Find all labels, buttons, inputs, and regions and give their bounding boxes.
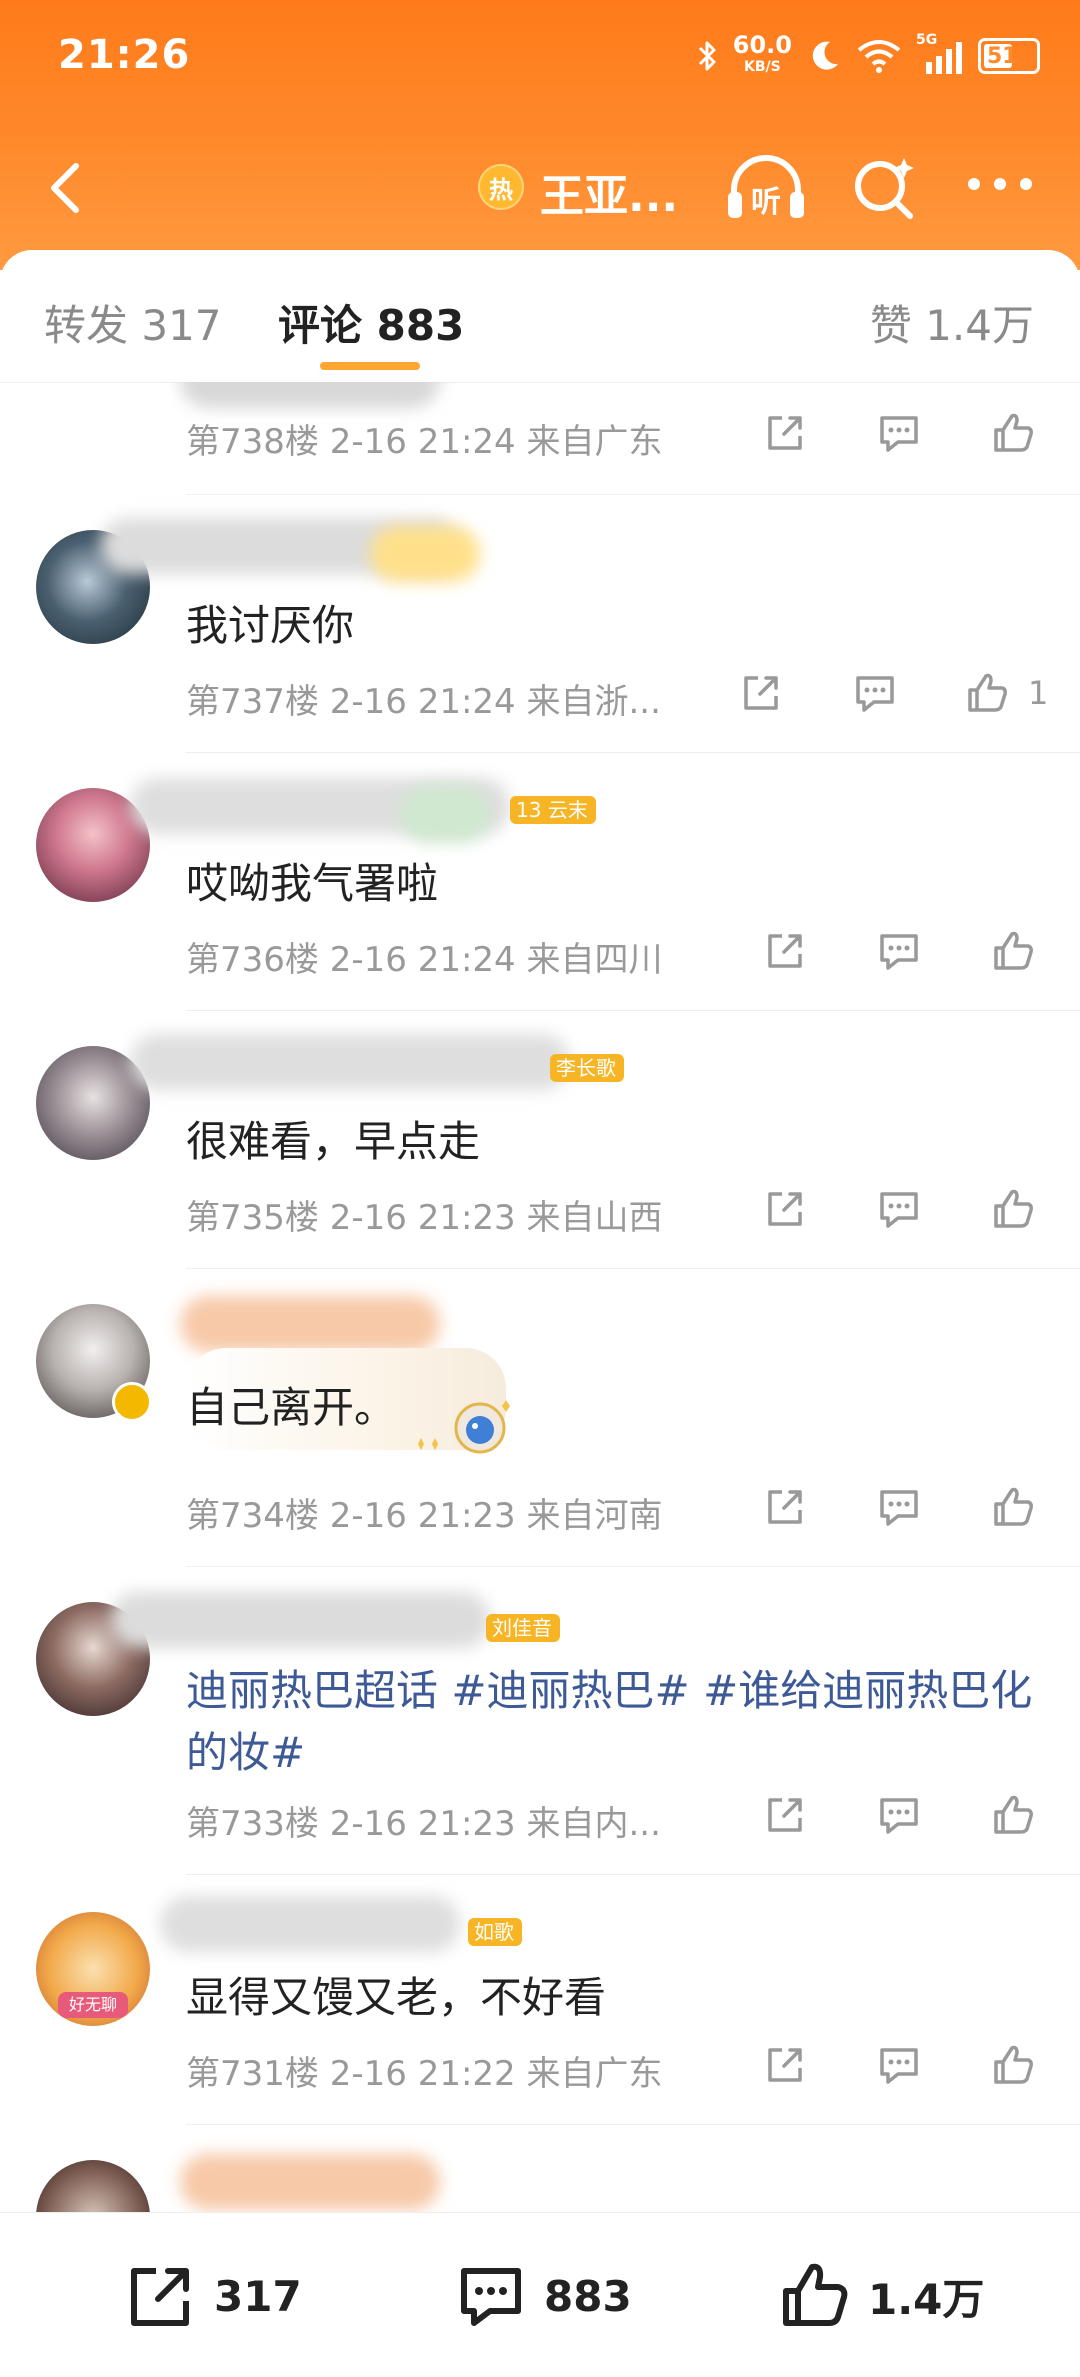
search-icon[interactable]: [850, 154, 920, 224]
tab-bar: 转发 317 评论 883 赞 1.4万: [0, 250, 1080, 383]
more-icon[interactable]: [960, 164, 1040, 204]
username-blurred[interactable]: [110, 1592, 490, 1648]
comment-meta-734: 第734楼 2-16 21:23 来自河南: [186, 1478, 1046, 1538]
reply-icon[interactable]: [874, 1790, 924, 1840]
reply-icon[interactable]: [874, 1482, 924, 1532]
comment-meta-text: 第734楼 2-16 21:23 来自河南: [186, 1496, 663, 1536]
share-icon[interactable]: [760, 1184, 810, 1234]
tab-comments[interactable]: 评论 883: [278, 292, 464, 353]
net-speed: 60.0 KB/S: [732, 31, 792, 75]
verified-badge-icon: [112, 1382, 152, 1422]
comment-meta-738: 第738楼 2-16 21:24 来自广东: [186, 404, 1046, 464]
username-blurred[interactable]: [130, 1034, 570, 1090]
comments-card: 转发 317 评论 883 赞 1.4万 第738楼 2-16 21:24 来自…: [0, 250, 1080, 2376]
repost-icon: [131, 2268, 189, 2326]
like-button[interactable]: 1.4万: [776, 2257, 984, 2335]
comment-meta-736: 第736楼 2-16 21:24 来自四川: [186, 922, 1046, 982]
username-blurred[interactable]: [180, 1296, 440, 1352]
comment-icon: [461, 2268, 521, 2326]
wifi-icon: [857, 40, 901, 73]
like-icon[interactable]: [988, 2040, 1038, 2090]
status-icons: 60.0 KB/S 5G 51: [697, 31, 1040, 78]
like-icon[interactable]: [988, 1790, 1038, 1840]
share-icon[interactable]: [760, 2040, 810, 2090]
astronaut-decoration-icon: [418, 1400, 510, 1454]
like-icon[interactable]: [962, 668, 1012, 718]
badge-blurred: [370, 526, 480, 582]
share-icon[interactable]: [760, 1790, 810, 1840]
fan-badge: 如歌: [468, 1918, 522, 1946]
reply-icon[interactable]: [850, 668, 900, 718]
like-count: 1: [1028, 674, 1049, 712]
comment-meta-text: 第737楼 2-16 21:24 来自浙...: [186, 682, 661, 722]
tab-likes[interactable]: 赞 1.4万: [870, 292, 1034, 353]
comment-text: 自己离开。: [186, 1383, 397, 1432]
tab-repost[interactable]: 转发 317: [44, 292, 222, 353]
share-icon[interactable]: [760, 1482, 810, 1532]
comment-meta-737: 第737楼 2-16 21:24 来自浙... 1: [186, 664, 1049, 724]
status-bar: 21:26 60.0 KB/S 5G 51: [0, 0, 1080, 110]
badge-blurred: [400, 786, 490, 842]
comment-meta-text: 第736楼 2-16 21:24 来自四川: [186, 940, 663, 980]
comment-list[interactable]: 第738楼 2-16 21:24 来自广东 我讨厌你 第737楼 2-16 21…: [0, 382, 1080, 2212]
like-icon[interactable]: [988, 926, 1038, 976]
comment-button[interactable]: 883: [452, 2257, 632, 2335]
like-icon[interactable]: [988, 1184, 1038, 1234]
comment-text: 显得又馒又老，不好看: [186, 1973, 607, 2022]
share-icon[interactable]: [760, 408, 810, 458]
comment-text-topics[interactable]: 迪丽热巴超话 #迪丽热巴# #谁给迪丽热巴化的妆#: [186, 1660, 1046, 1784]
status-time: 21:26: [58, 32, 191, 78]
reply-icon[interactable]: [874, 408, 924, 458]
top-nav: 热 王亚... 听: [0, 140, 1080, 240]
comment-meta-text: 第731楼 2-16 21:22 来自广东: [186, 2054, 663, 2094]
moon-icon: [812, 41, 838, 70]
page-title[interactable]: 王亚...: [540, 160, 678, 224]
bluetooth-icon: [698, 41, 716, 71]
thumbs-up-icon: [783, 2263, 848, 2326]
reply-icon[interactable]: [874, 1184, 924, 1234]
battery-icon: 51: [978, 38, 1040, 74]
hot-icon: 热: [478, 164, 524, 210]
share-icon[interactable]: [736, 668, 786, 718]
active-tab-indicator: [320, 362, 420, 370]
comment-meta-text: 第738楼 2-16 21:24 来自广东: [186, 422, 663, 462]
back-icon[interactable]: [38, 158, 98, 218]
avatar[interactable]: [36, 2160, 150, 2212]
share-icon[interactable]: [760, 926, 810, 976]
cellular-signal-icon: 5G: [916, 32, 964, 74]
bottom-action-bar: 317 883 1.4万: [0, 2212, 1080, 2377]
avatar[interactable]: 好无聊: [36, 1912, 150, 2026]
comment-meta-735: 第735楼 2-16 21:23 来自山西: [186, 1180, 1046, 1240]
fan-badge: 刘佳音: [486, 1614, 560, 1642]
svg-text:听: 听: [751, 185, 781, 220]
reply-icon[interactable]: [874, 2040, 924, 2090]
comment-meta-text: 第735楼 2-16 21:23 来自山西: [186, 1198, 663, 1238]
fan-badge: 李长歌: [550, 1054, 624, 1082]
like-icon[interactable]: [988, 408, 1038, 458]
fan-badge: 13 云末: [510, 796, 596, 824]
reply-icon[interactable]: [874, 926, 924, 976]
like-icon[interactable]: [988, 1482, 1038, 1532]
avatar-caption: 好无聊: [58, 1992, 128, 2018]
comment-text: 很难看，早点走: [186, 1117, 481, 1166]
username-blurred[interactable]: [160, 1896, 460, 1952]
username-blurred[interactable]: [180, 2154, 440, 2210]
comment-meta-731: 第731楼 2-16 21:22 来自广东: [186, 2036, 1046, 2096]
comment-text: 哎呦我气署啦: [186, 859, 439, 908]
comment-text: 我讨厌你: [186, 601, 355, 650]
comment-meta-text: 第733楼 2-16 21:23 来自内...: [186, 1804, 661, 1844]
listen-icon[interactable]: 听: [724, 152, 808, 224]
comment-meta-733: 第733楼 2-16 21:23 来自内...: [186, 1786, 1046, 1846]
repost-button[interactable]: 317: [122, 2257, 302, 2335]
